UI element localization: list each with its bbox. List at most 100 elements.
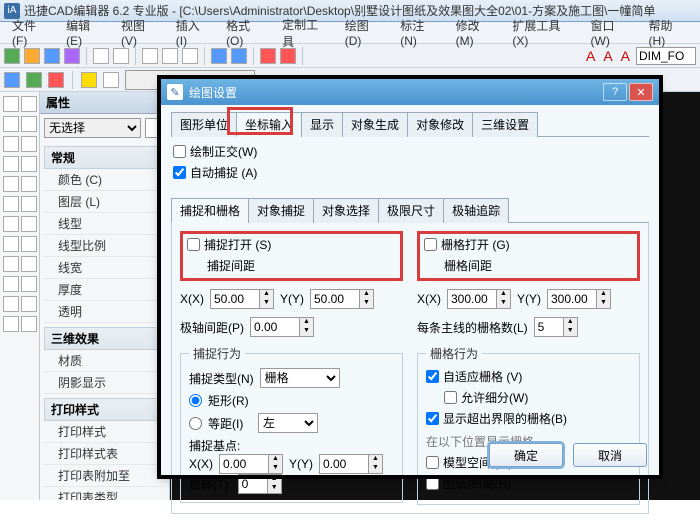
copy-icon[interactable] (162, 48, 178, 64)
selection-filter[interactable]: 无选择 (44, 118, 141, 138)
menu-file[interactable]: 文件(F) (4, 15, 58, 50)
subtab-polar[interactable]: 极轴追踪 (443, 198, 509, 223)
menu-window[interactable]: 窗口(W) (583, 15, 641, 50)
trim-icon[interactable] (3, 316, 19, 332)
polyline-icon[interactable] (21, 96, 37, 112)
extend-icon[interactable] (21, 316, 37, 332)
prop-plot-type[interactable]: 打印表类型 (44, 487, 165, 500)
help-button[interactable]: ? (603, 83, 627, 101)
lock-icon[interactable] (103, 72, 119, 88)
style-input[interactable] (636, 47, 696, 65)
prop-lt-scale[interactable]: 线型比例 (44, 235, 165, 257)
subtab-select[interactable]: 对象选择 (313, 198, 379, 223)
radio-rect[interactable] (189, 394, 202, 407)
chk-adaptive[interactable]: 自适应栅格 (V) (426, 368, 631, 385)
prop-shadow[interactable]: 阴影显示 (44, 372, 165, 394)
chk-autosnap[interactable]: 自动捕捉 (A) (173, 164, 647, 181)
undo-icon[interactable] (211, 48, 227, 64)
prop-plot-attach[interactable]: 打印表附加至 (44, 465, 165, 487)
menu-custom[interactable]: 定制工具 (274, 14, 337, 52)
prop-plot-table[interactable]: 打印样式表 (44, 443, 165, 465)
close-button[interactable]: ✕ (629, 83, 653, 101)
save-icon[interactable] (44, 48, 60, 64)
menu-ext[interactable]: 扩展工具(X) (504, 15, 582, 50)
mtext-icon[interactable] (3, 196, 19, 212)
open-icon[interactable] (24, 48, 40, 64)
chk-grid-on[interactable]: 栅格打开 (G) (424, 236, 633, 253)
scale-icon[interactable] (21, 276, 37, 292)
base-y-spin[interactable]: ▲▼ (319, 454, 383, 474)
copy2-icon[interactable] (21, 256, 37, 272)
chk-subdiv[interactable]: 允许细分(W) (444, 389, 631, 406)
grid-major-spin[interactable]: ▲▼ (534, 317, 578, 337)
prop-plot-style[interactable]: 打印样式 (44, 421, 165, 443)
rotate-icon[interactable] (3, 276, 19, 292)
layers-icon[interactable] (4, 72, 20, 88)
redo-icon[interactable] (231, 48, 247, 64)
menu-help[interactable]: 帮助(H) (641, 15, 696, 50)
group-3d[interactable]: 三维效果 (44, 327, 165, 350)
menu-draw[interactable]: 绘图(D) (337, 15, 392, 50)
prop-layer[interactable]: 图层 (L) (44, 191, 165, 213)
chk-ortho[interactable]: 绘制正交(W) (173, 143, 647, 160)
paste-icon[interactable] (182, 48, 198, 64)
bulb-icon[interactable] (81, 72, 97, 88)
prop-lineweight[interactable]: 线宽 (44, 257, 165, 279)
arc-icon[interactable] (3, 136, 19, 152)
grid-y-spin[interactable]: ▲▼ (547, 289, 611, 309)
mirror-icon[interactable] (3, 296, 19, 312)
line-icon[interactable] (3, 96, 19, 112)
hatch-icon[interactable] (3, 176, 19, 192)
tab-display[interactable]: 显示 (301, 112, 343, 137)
table-icon[interactable] (3, 216, 19, 232)
menu-edit[interactable]: 编辑(E) (58, 15, 113, 50)
ok-button[interactable]: 确定 (489, 443, 563, 467)
rotate-spin[interactable]: ▲▼ (238, 474, 282, 494)
prop-transparency[interactable]: 透明 (44, 301, 165, 323)
preview-icon[interactable] (113, 48, 129, 64)
tab-coord-input[interactable]: 坐标输入 (236, 112, 302, 137)
prop-material[interactable]: 材质 (44, 350, 165, 372)
base-x-spin[interactable]: ▲▼ (219, 454, 283, 474)
offset-icon[interactable] (21, 296, 37, 312)
polar-dist-spin[interactable]: ▲▼ (250, 317, 314, 337)
tab-3d[interactable]: 三维设置 (472, 112, 538, 137)
spline-icon[interactable] (3, 156, 19, 172)
circle-icon[interactable] (21, 116, 37, 132)
snap-y-spin[interactable]: ▲▼ (310, 289, 374, 309)
freeze-icon[interactable] (48, 72, 64, 88)
tab-obj-modify[interactable]: 对象修改 (407, 112, 473, 137)
dim-icon[interactable] (3, 236, 19, 252)
prop-linetype[interactable]: 线型 (44, 213, 165, 235)
text-a3-icon[interactable]: A (619, 48, 632, 64)
dialog-title-bar[interactable]: ✎ 绘图设置 ? ✕ (161, 79, 659, 105)
iso-dir-select[interactable]: 左 (258, 413, 318, 433)
snap-x-spin[interactable]: ▲▼ (210, 289, 274, 309)
saveall-icon[interactable] (64, 48, 80, 64)
move-icon[interactable] (3, 256, 19, 272)
prop-color[interactable]: 颜色 (C) (44, 169, 165, 191)
cut-icon[interactable] (142, 48, 158, 64)
grid-x-spin[interactable]: ▲▼ (447, 289, 511, 309)
leader-icon[interactable] (21, 236, 37, 252)
group-general[interactable]: 常规 (44, 146, 165, 169)
prop-thickness[interactable]: 厚度 (44, 279, 165, 301)
subtab-limits[interactable]: 极限尺寸 (378, 198, 444, 223)
chk-outside[interactable]: 显示超出界限的栅格(B) (426, 410, 631, 427)
cancel-button[interactable]: 取消 (573, 443, 647, 467)
rect-icon[interactable] (3, 116, 19, 132)
subtab-snap-grid[interactable]: 捕捉和栅格 (171, 198, 249, 223)
menu-modify[interactable]: 修改(M) (448, 15, 505, 50)
text-a2-icon[interactable]: A (601, 48, 614, 64)
chk-sheet[interactable]: 图纸/布局(H) (426, 475, 631, 492)
region-icon[interactable] (21, 216, 37, 232)
point-icon[interactable] (21, 156, 37, 172)
chk-snap-on[interactable]: 捕捉打开 (S) (187, 236, 396, 253)
new-icon[interactable] (4, 48, 20, 64)
text-icon[interactable] (21, 176, 37, 192)
subtab-osnap[interactable]: 对象捕捉 (248, 198, 314, 223)
menu-insert[interactable]: 插入(I) (168, 15, 218, 50)
block-icon[interactable] (21, 196, 37, 212)
menu-format[interactable]: 格式(O) (218, 15, 274, 50)
delete-icon[interactable] (260, 48, 276, 64)
